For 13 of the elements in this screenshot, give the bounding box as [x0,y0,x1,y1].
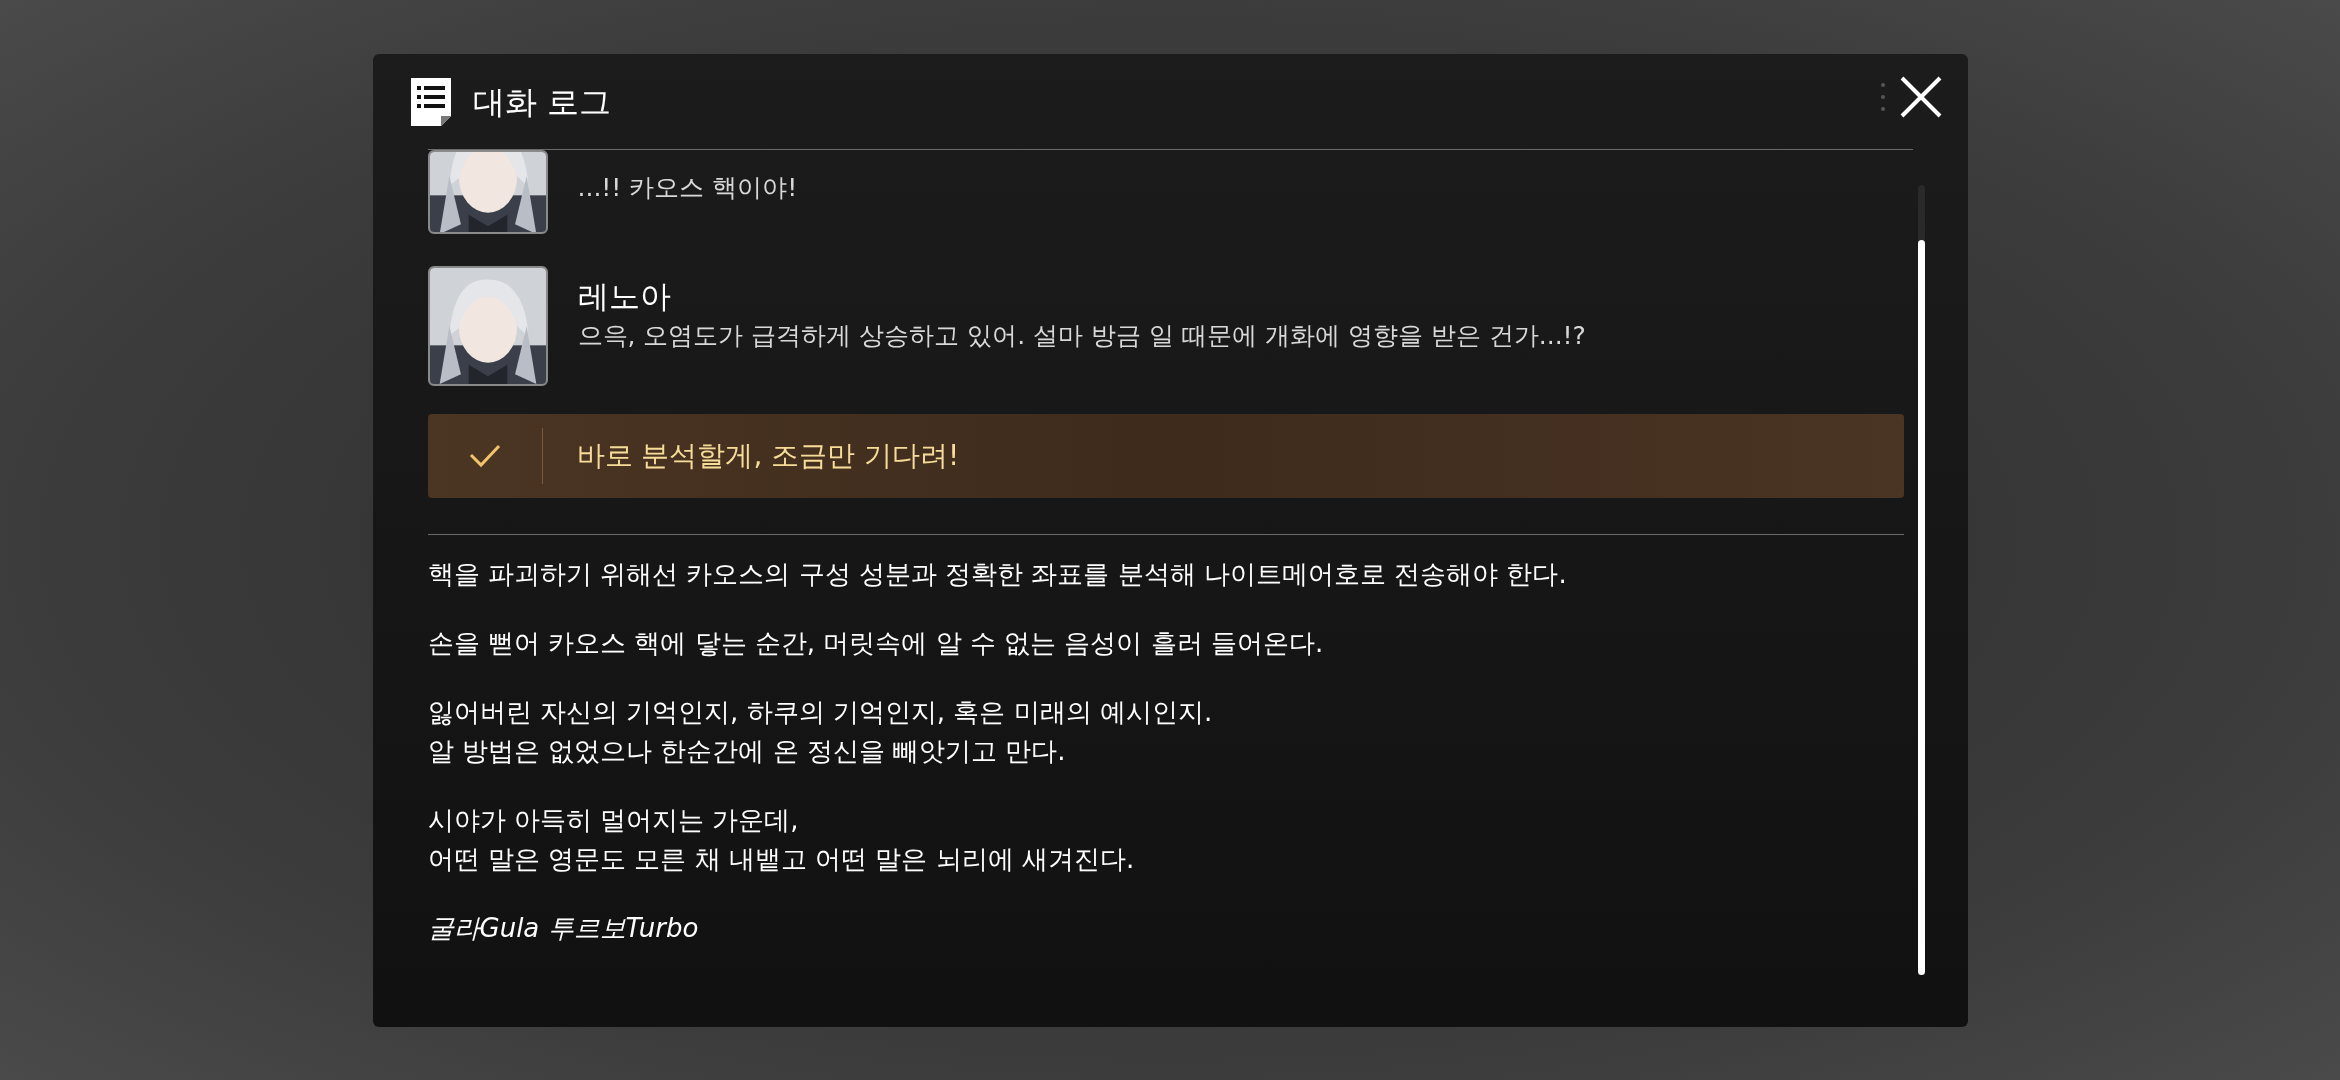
narration-text: 핵을 파괴하기 위해선 카오스의 구성 성분과 정확한 좌표를 분석해 나이트메어호로 전송해야 한다. [427,558,1568,591]
grip-icon [1880,81,1885,112]
narration-text: 잃어버린 자신의 기억인지, 하쿠의 기억인지, 혹은 미래의 예시인지. 알 방법은 없었으나 한순간에 온 정신을 빼앗기고 만다. [427,696,1214,768]
signature-text: 굴라Gula 투르보Turbo [427,912,700,945]
narration-text: 손을 뻗어 카오스 핵에 닿는 순간, 머릿속에 알 수 없는 음성이 흘러 들어온다. [427,627,1325,660]
dialogue-text: 으윽, 오염도가 급격하게 상승하고 있어. 설마 방금 일 때문에 개화에 영향을 받은 건가...!? [577,320,1586,352]
close-button[interactable] [1898,74,1943,119]
speaker-name: 레노아 [577,277,672,316]
dialogue-text: ...!! 카오스 핵이야! [577,172,798,204]
window-title: 대화 로그 [472,81,611,123]
document-list-icon [410,77,451,126]
narration-text: 시야가 아득히 멀어지는 가운데, 어떤 말은 영문도 모른 채 내뱉고 어떤 말은 뇌리에 새겨진다. [427,804,1136,876]
choice-text: 바로 분석할게, 조금만 기다려! [576,438,960,474]
